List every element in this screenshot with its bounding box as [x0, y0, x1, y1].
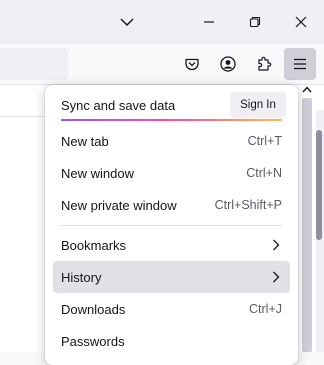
- menu-item-new-private-window[interactable]: New private window Ctrl+Shift+P: [53, 189, 290, 221]
- menu-item-downloads[interactable]: Downloads Ctrl+J: [53, 293, 290, 325]
- title-bar: [0, 0, 324, 44]
- menu-item-label: Downloads: [61, 302, 126, 317]
- sign-in-button[interactable]: Sign In: [230, 92, 286, 118]
- app-menu-button[interactable]: [284, 48, 316, 80]
- menu-icon: [294, 58, 306, 70]
- pocket-button[interactable]: [176, 48, 208, 80]
- extensions-button[interactable]: [248, 48, 280, 80]
- menu-item-new-tab[interactable]: New tab Ctrl+T: [53, 125, 290, 157]
- menu-item-label: New private window: [61, 198, 177, 213]
- chevron-right-icon: [273, 239, 280, 251]
- sync-label: Sync and save data: [61, 98, 176, 113]
- menu-scrollbar-thumb[interactable]: [302, 98, 312, 352]
- restore-icon: [249, 16, 261, 28]
- close-icon: [295, 16, 307, 28]
- minimize-icon: [204, 21, 214, 23]
- minimize-button[interactable]: [186, 0, 232, 44]
- app-menu-panel: Sync and save data Sign In New tab Ctrl+…: [45, 85, 298, 365]
- menu-item-label: History: [61, 270, 102, 285]
- menu-item-shortcut: Ctrl+N: [246, 166, 282, 180]
- menu-item-history[interactable]: History: [53, 261, 290, 293]
- menu-item-shortcut: Ctrl+J: [249, 302, 282, 316]
- close-button[interactable]: [278, 0, 324, 44]
- menu-item-bookmarks[interactable]: Bookmarks: [53, 229, 290, 261]
- menu-item-label: Bookmarks: [61, 238, 127, 253]
- menu-item-new-window[interactable]: New window Ctrl+N: [53, 157, 290, 189]
- extensions-icon: [258, 56, 272, 71]
- chevron-right-icon: [273, 271, 280, 283]
- menu-item-label: Passwords: [61, 334, 125, 349]
- content-divider: [0, 116, 44, 117]
- list-all-tabs-button[interactable]: [104, 0, 150, 44]
- restore-button[interactable]: [232, 0, 278, 44]
- menu-scroll-up-button[interactable]: [300, 82, 314, 96]
- menu-separator: [61, 225, 282, 226]
- chevron-down-icon: [120, 18, 134, 26]
- chevron-up-icon: [302, 85, 312, 92]
- menu-item-shortcut: Ctrl+T: [247, 134, 282, 148]
- menu-item-shortcut: Ctrl+Shift+P: [214, 198, 282, 212]
- sync-row: Sync and save data Sign In: [53, 89, 290, 121]
- pocket-icon: [185, 58, 199, 71]
- menu-item-label: New window: [61, 166, 134, 181]
- menu-item-passwords[interactable]: Passwords: [53, 325, 290, 357]
- navigation-toolbar: [0, 44, 324, 84]
- page-scrollbar-thumb[interactable]: [316, 130, 322, 240]
- account-button[interactable]: [212, 48, 244, 80]
- url-bar[interactable]: [0, 48, 68, 80]
- account-icon: [220, 56, 236, 72]
- sync-accent-divider: [61, 119, 282, 121]
- menu-item-label: New tab: [61, 134, 109, 149]
